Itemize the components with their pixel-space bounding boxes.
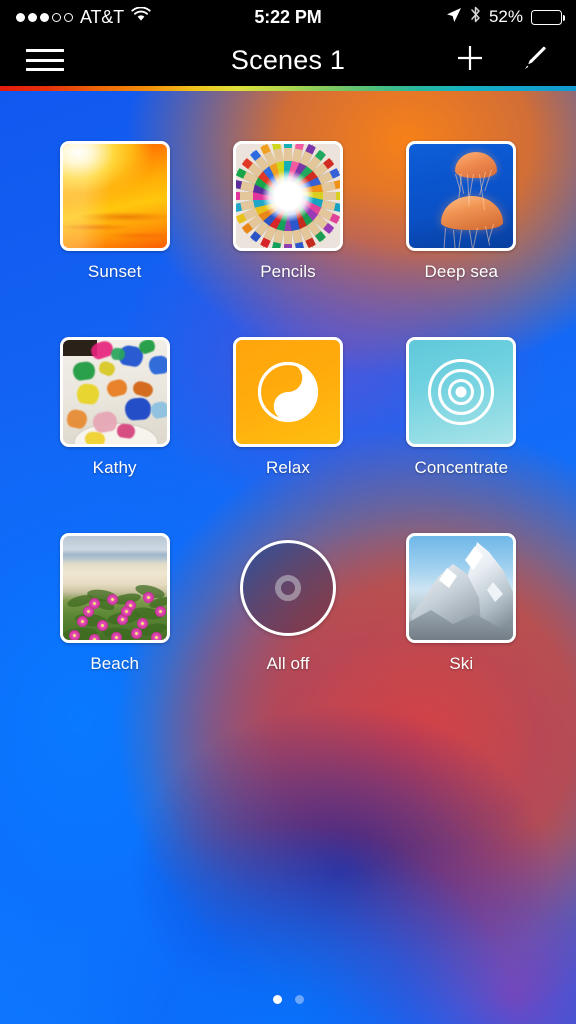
flower-shape bbox=[154, 606, 166, 617]
battery-icon bbox=[531, 9, 566, 25]
kathy-photo bbox=[62, 340, 167, 444]
power-icon bbox=[274, 575, 301, 601]
scene-label: Deep sea bbox=[424, 262, 499, 281]
scene-label: All off bbox=[266, 654, 310, 673]
scene-tile-deep-sea[interactable]: Deep sea bbox=[375, 141, 548, 282]
handprint-shape bbox=[123, 397, 152, 421]
scene-tile-concentrate[interactable]: Concentrate bbox=[375, 337, 548, 478]
scene-thumbnail bbox=[406, 337, 517, 447]
scene-tile-sunset[interactable]: Sunset bbox=[28, 141, 201, 282]
navigation-bar: Scenes 1 bbox=[0, 34, 576, 86]
scene-thumbnail bbox=[59, 141, 170, 251]
scene-label: Relax bbox=[266, 458, 310, 477]
scene-thumbnail bbox=[406, 533, 517, 643]
scene-label: Kathy bbox=[92, 458, 137, 477]
add-scene-button[interactable] bbox=[442, 34, 498, 86]
scene-label: Pencils bbox=[260, 262, 316, 281]
page-dot-2[interactable] bbox=[294, 995, 304, 1004]
pencils-photo bbox=[235, 144, 340, 248]
all-off-button[interactable]: All off bbox=[201, 533, 374, 674]
pencil-edit-icon bbox=[519, 43, 549, 78]
mountain-shape bbox=[409, 542, 514, 640]
handprint-shape bbox=[83, 430, 106, 444]
scene-tile-pencils[interactable]: Pencils bbox=[201, 141, 374, 282]
deep-sea-photo bbox=[409, 144, 514, 248]
yin-yang-icon bbox=[257, 361, 319, 423]
scene-label: Ski bbox=[449, 654, 474, 673]
edit-button[interactable] bbox=[504, 34, 564, 86]
handprint-shape bbox=[96, 359, 117, 378]
scene-label: Concentrate bbox=[414, 458, 509, 477]
scene-thumbnail bbox=[59, 337, 170, 447]
handprint-shape bbox=[105, 377, 129, 399]
color-accent-strip bbox=[0, 86, 576, 91]
handprint-shape bbox=[71, 360, 96, 382]
concentrate-tile-art bbox=[409, 340, 514, 444]
flower-shape bbox=[110, 632, 122, 640]
page-dot-1[interactable] bbox=[272, 995, 282, 1004]
scene-grid: Sunset Pencils Deep sea Kathy Relax Conc… bbox=[0, 86, 576, 1024]
scene-thumbnail bbox=[232, 141, 343, 251]
plus-icon bbox=[455, 43, 485, 78]
flower-shape bbox=[130, 628, 142, 639]
flower-shape bbox=[142, 592, 154, 603]
scene-tile-kathy[interactable]: Kathy bbox=[28, 337, 201, 478]
all-off-circle bbox=[239, 540, 336, 636]
location-arrow-icon bbox=[446, 7, 462, 28]
handprint-shape bbox=[131, 379, 155, 399]
scene-tile-relax[interactable]: Relax bbox=[201, 337, 374, 478]
flower-shape bbox=[150, 632, 162, 640]
relax-tile-art bbox=[235, 340, 340, 444]
scene-label: Beach bbox=[90, 654, 140, 673]
status-bar: AT&T 5:22 PM 52% bbox=[0, 0, 576, 34]
scene-tile-beach[interactable]: Beach bbox=[28, 533, 201, 674]
flower-shape bbox=[76, 616, 88, 627]
jellyfish-tentacle bbox=[458, 229, 463, 248]
sunset-photo bbox=[62, 144, 167, 248]
flower-shape bbox=[120, 606, 132, 617]
scene-thumbnail bbox=[406, 141, 517, 251]
bluetooth-icon bbox=[470, 6, 481, 28]
battery-percent-label: 52% bbox=[488, 7, 523, 26]
handprint-shape bbox=[115, 422, 136, 440]
scene-tile-ski[interactable]: Ski bbox=[375, 533, 548, 674]
scene-label: Sunset bbox=[87, 262, 142, 281]
handprint-shape bbox=[149, 400, 167, 420]
status-bar-right: 52% bbox=[446, 6, 566, 28]
scene-thumbnail bbox=[59, 533, 170, 643]
page-indicator bbox=[0, 995, 576, 1004]
flower-shape bbox=[96, 620, 108, 631]
jellyfish-tentacle bbox=[472, 227, 479, 248]
flower-shape bbox=[68, 630, 80, 640]
handprint-shape bbox=[110, 347, 126, 361]
beach-photo bbox=[62, 536, 167, 640]
app-screen: AT&T 5:22 PM 52% Scenes 1 Sunset Pencils… bbox=[0, 0, 576, 1024]
jellyfish-tentacle bbox=[453, 229, 457, 248]
scene-thumbnail bbox=[232, 337, 343, 447]
flower-shape bbox=[88, 634, 100, 640]
handprint-shape bbox=[65, 408, 89, 430]
jellyfish-tentacle bbox=[443, 227, 447, 248]
flower-shape bbox=[106, 594, 118, 605]
flower-shape bbox=[82, 606, 94, 617]
ski-photo bbox=[409, 536, 514, 640]
handprint-shape bbox=[147, 355, 167, 375]
handprint-shape bbox=[75, 382, 100, 406]
